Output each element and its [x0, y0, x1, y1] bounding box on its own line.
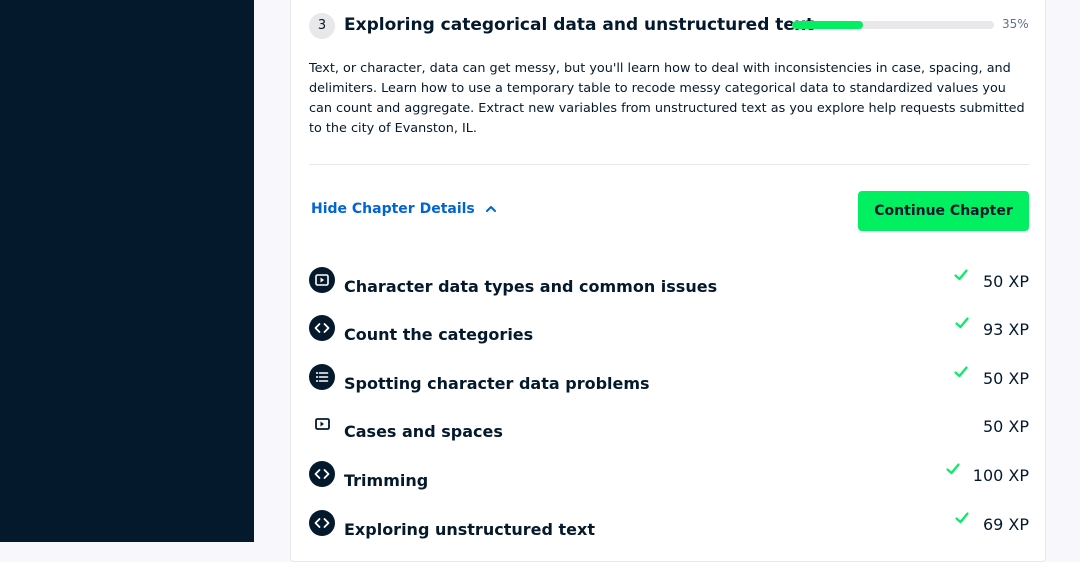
exercise-xp: 93 XP [982, 320, 1029, 339]
chevron-up-icon [485, 206, 496, 212]
hide-chapter-details-link[interactable]: Hide Chapter Details [311, 201, 497, 217]
list-icon [309, 364, 335, 390]
chapter-progress-bar [792, 21, 994, 29]
chapter-progress-fill [792, 21, 863, 29]
exercise-row[interactable]: Exploring unstructured text 69 XP [309, 510, 1029, 550]
hide-chapter-details-label: Hide Chapter Details [311, 201, 475, 217]
code-icon [309, 315, 335, 341]
exercise-row[interactable]: Spotting character data problems 50 XP [309, 364, 1029, 404]
exercise-row[interactable]: Trimming 100 XP [309, 461, 1029, 501]
checkmark-icon [953, 364, 969, 380]
checkmark-icon [954, 510, 970, 526]
exercise-xp: 69 XP [982, 515, 1029, 534]
exercise-title[interactable]: Spotting character data problems [344, 374, 650, 393]
exercise-title[interactable]: Character data types and common issues [344, 277, 717, 296]
exercise-row[interactable]: Character data types and common issues 50… [309, 267, 1029, 307]
continue-chapter-button[interactable]: Continue Chapter [858, 191, 1029, 231]
exercise-title[interactable]: Count the categories [344, 325, 533, 344]
exercise-title[interactable]: Trimming [344, 471, 428, 490]
chapter-description: Text, or character, data can get messy, … [309, 61, 1025, 136]
code-icon [309, 461, 335, 487]
exercise-row[interactable]: Count the categories 93 XP [309, 315, 1029, 355]
checkmark-icon [953, 267, 969, 283]
exercise-row[interactable]: Cases and spaces 50 XP [309, 412, 1029, 452]
sidebar [0, 0, 254, 542]
chapter-number-badge: 3 [309, 13, 335, 39]
divider [309, 164, 1029, 165]
exercise-title[interactable]: Cases and spaces [344, 422, 503, 441]
checkmark-icon [945, 461, 961, 477]
exercise-title[interactable]: Exploring unstructured text [344, 520, 595, 539]
exercise-xp: 50 XP [982, 369, 1029, 388]
exercise-xp: 50 XP [982, 417, 1029, 436]
exercise-xp: 50 XP [982, 272, 1029, 291]
chapter-card: 3 Exploring categorical data and unstruc… [290, 0, 1046, 562]
main-content: 3 Exploring categorical data and unstruc… [254, 0, 1080, 562]
exercise-xp: 100 XP [972, 466, 1029, 485]
video-outline-icon [309, 412, 335, 438]
video-icon [309, 267, 335, 293]
chapter-title[interactable]: Exploring categorical data and unstructu… [344, 15, 814, 35]
code-icon [309, 510, 335, 536]
checkmark-icon [954, 315, 970, 331]
chapter-progress-label: 35% [1002, 17, 1029, 31]
